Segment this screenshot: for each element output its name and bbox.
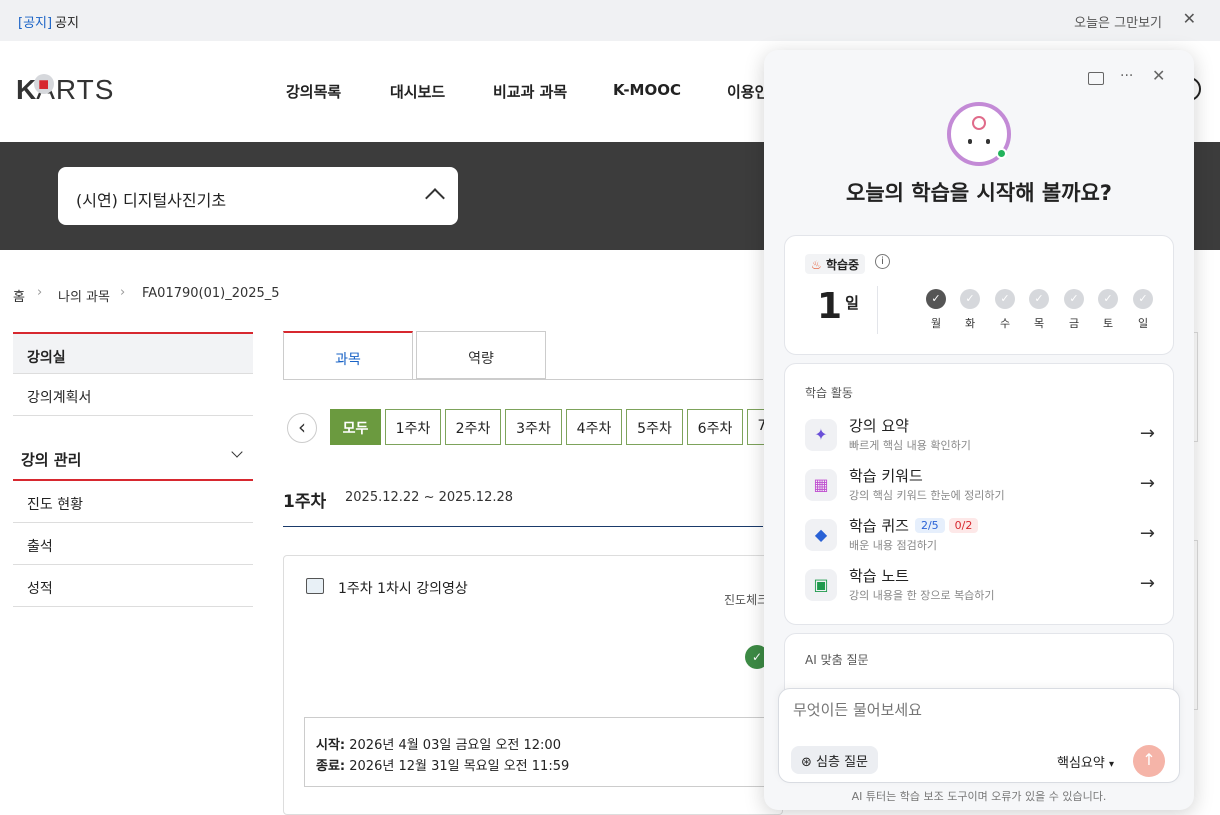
suggest-title: AI 맞춤 질문 — [805, 653, 869, 667]
activities-title: 학습 활동 — [805, 386, 853, 400]
send-button[interactable]: ↑ — [1133, 745, 1165, 777]
week-button[interactable]: 1주차 — [385, 409, 441, 445]
sidebar-item-syllabus[interactable]: 강의계획서 — [13, 374, 253, 416]
chevron-down-icon: ▾ — [1108, 759, 1115, 770]
arrow-right-icon: → — [1139, 523, 1155, 544]
week-title: 1주차 — [283, 492, 327, 512]
learning-activities-card: 학습 활동 ✦ 강의 요약 빠르게 핵심 내용 확인하기 → ▦ 학습 키워드 … — [784, 363, 1174, 625]
brain-icon: ⊛ — [801, 755, 812, 770]
lecture-title[interactable]: 1주차 1차시 강의영상 — [338, 578, 468, 598]
tab-competency[interactable]: 역량 — [416, 331, 546, 379]
streak-count: 1일 — [817, 286, 859, 327]
nav-lecture-list[interactable]: 강의목록 — [286, 81, 341, 102]
dismiss-today-link[interactable]: 오늘은 그만보기 — [1074, 12, 1162, 31]
nav-usage[interactable]: 이용인 — [727, 81, 768, 102]
day-label: 수 — [999, 317, 1011, 330]
day-check-icon: ✓ — [1133, 289, 1153, 309]
pip-icon[interactable] — [1088, 72, 1104, 85]
close-icon[interactable]: ✕ — [1183, 9, 1196, 28]
lecture-end: 종료: 2026년 12월 31일 목요일 오전 11:59 — [316, 759, 570, 774]
arrow-right-icon: → — [1139, 573, 1155, 594]
activity-note[interactable]: ▣ 학습 노트 강의 내용을 한 장으로 복습하기 → — [805, 563, 1155, 607]
logo[interactable]: K ■ ARTS — [16, 74, 114, 106]
notice-text[interactable]: 공지 — [55, 12, 79, 31]
chevron-up-icon — [425, 188, 445, 208]
breadcrumb-home[interactable]: 홈 — [13, 286, 25, 305]
ai-input-box: ⊛ 심층 질문 핵심요약 ▾ ↑ — [778, 688, 1180, 783]
course-select-value: (시연) 디지털사진기초 — [76, 191, 227, 210]
tab-divider — [283, 379, 763, 380]
week-streak: ✓ 월 ✓ 화 ✓ 수 ✓ 목 ✓ 금 ✓ 토 ✓ 일 — [925, 289, 1165, 359]
ai-question-input[interactable] — [793, 701, 1153, 719]
ai-greeting: 오늘의 학습을 시작해 볼까요? — [846, 181, 1112, 205]
course-select[interactable]: (시연) 디지털사진기초 — [58, 167, 458, 225]
day-check-icon: ✓ — [926, 289, 946, 309]
day-label: 월 — [930, 317, 942, 330]
learning-status-card: ♨ 학습중 i 1일 ✓ 월 ✓ 화 ✓ 수 ✓ 목 ✓ 금 ✓ 토 ✓ 일 — [784, 235, 1174, 355]
breadcrumb-separator-icon: › — [37, 285, 43, 300]
arrow-right-icon: → — [1139, 473, 1155, 494]
activity-quiz[interactable]: ◆ 학습 퀴즈 2/5 0/2 배운 내용 점검하기 → — [805, 513, 1155, 557]
quiz-badge: 0/2 — [948, 518, 979, 533]
sidebar-item-attendance[interactable]: 출석 — [13, 523, 253, 565]
day-check-icon: ✓ — [1098, 289, 1118, 309]
breadcrumb-course: FA01790(01)_2025_5 — [142, 286, 280, 301]
day-label: 금 — [1068, 317, 1080, 330]
day-check-icon: ✓ — [995, 289, 1015, 309]
activity-keywords[interactable]: ▦ 학습 키워드 강의 핵심 키워드 한눈에 정리하기 → — [805, 463, 1155, 507]
mascot-icon — [947, 102, 1011, 166]
day-check-icon: ✓ — [960, 289, 980, 309]
progress-check-label: 진도체크 — [724, 593, 769, 607]
day-label: 일 — [1137, 317, 1149, 330]
status-divider — [877, 286, 878, 334]
nav-kmooc[interactable]: K-MOOC — [613, 81, 681, 99]
breadcrumb-my-courses[interactable]: 나의 과목 — [58, 286, 110, 305]
ai-disclaimer: AI 튜터는 학습 보조 도구이며 오류가 있을 수 있습니다. — [851, 790, 1107, 803]
week-button[interactable]: 2주차 — [445, 409, 501, 445]
week-prev-button[interactable]: ‹ — [287, 413, 317, 443]
week-divider — [283, 526, 763, 527]
fire-icon: ♨ — [811, 258, 822, 272]
breadcrumb-separator-icon: › — [120, 285, 126, 300]
week-button[interactable]: 4주차 — [566, 409, 622, 445]
close-icon[interactable]: ✕ — [1152, 66, 1165, 85]
sidebar-item-grades[interactable]: 성적 — [13, 565, 253, 607]
notice-tag[interactable]: [공지] — [18, 12, 52, 31]
nav-extracurricular[interactable]: 비교과 과목 — [493, 81, 567, 102]
sidebar-item-progress[interactable]: 진도 현황 — [13, 481, 253, 523]
grid-icon: ▦ — [805, 469, 837, 501]
quiz-badge: 2/5 — [914, 518, 945, 533]
day-check-icon: ✓ — [1064, 289, 1084, 309]
tab-course[interactable]: 과목 — [283, 331, 413, 380]
info-icon[interactable]: i — [875, 254, 890, 269]
chevron-down-icon — [231, 446, 243, 458]
more-icon[interactable]: ··· — [1120, 68, 1133, 84]
sidebar-item-classroom[interactable]: 강의실 — [13, 332, 253, 374]
week-button[interactable]: 6주차 — [687, 409, 743, 445]
notice-bar: [공지] 공지 오늘은 그만보기 ✕ — [0, 0, 1220, 41]
week-button[interactable]: 5주차 — [626, 409, 683, 445]
sidebar-section-management[interactable]: 강의 관리 — [13, 436, 253, 481]
video-icon — [306, 578, 324, 594]
week-date-range: 2025.12.22 ~ 2025.12.28 — [345, 490, 514, 505]
activity-lecture-summary[interactable]: ✦ 강의 요약 빠르게 핵심 내용 확인하기 → — [805, 413, 1155, 457]
week-all-button[interactable]: 모두 — [330, 409, 381, 445]
arrow-right-icon: → — [1139, 423, 1155, 444]
nav-dashboard[interactable]: 대시보드 — [390, 81, 445, 102]
day-check-icon: ✓ — [1029, 289, 1049, 309]
ai-tutor-panel: ··· ✕ 오늘의 학습을 시작해 볼까요? ♨ 학습중 i 1일 ✓ 월 ✓ 화 … — [764, 50, 1194, 810]
lecture-start: 시작: 2026년 4월 03일 금요일 오전 12:00 — [316, 738, 561, 753]
day-label: 토 — [1102, 317, 1114, 330]
week-button[interactable]: 3주차 — [505, 409, 562, 445]
day-label: 화 — [964, 317, 976, 330]
day-label: 목 — [1033, 317, 1045, 330]
status-badge: ♨ 학습중 — [805, 254, 866, 274]
mode-select[interactable]: 핵심요약 ▾ — [1057, 752, 1114, 771]
sidebar-section-label: 강의 관리 — [21, 451, 82, 469]
graduation-cap-icon: ◆ — [805, 519, 837, 551]
magic-wand-icon: ✦ — [805, 419, 837, 451]
deep-question-toggle[interactable]: ⊛ 심층 질문 — [791, 746, 879, 774]
note-icon: ▣ — [805, 569, 837, 601]
